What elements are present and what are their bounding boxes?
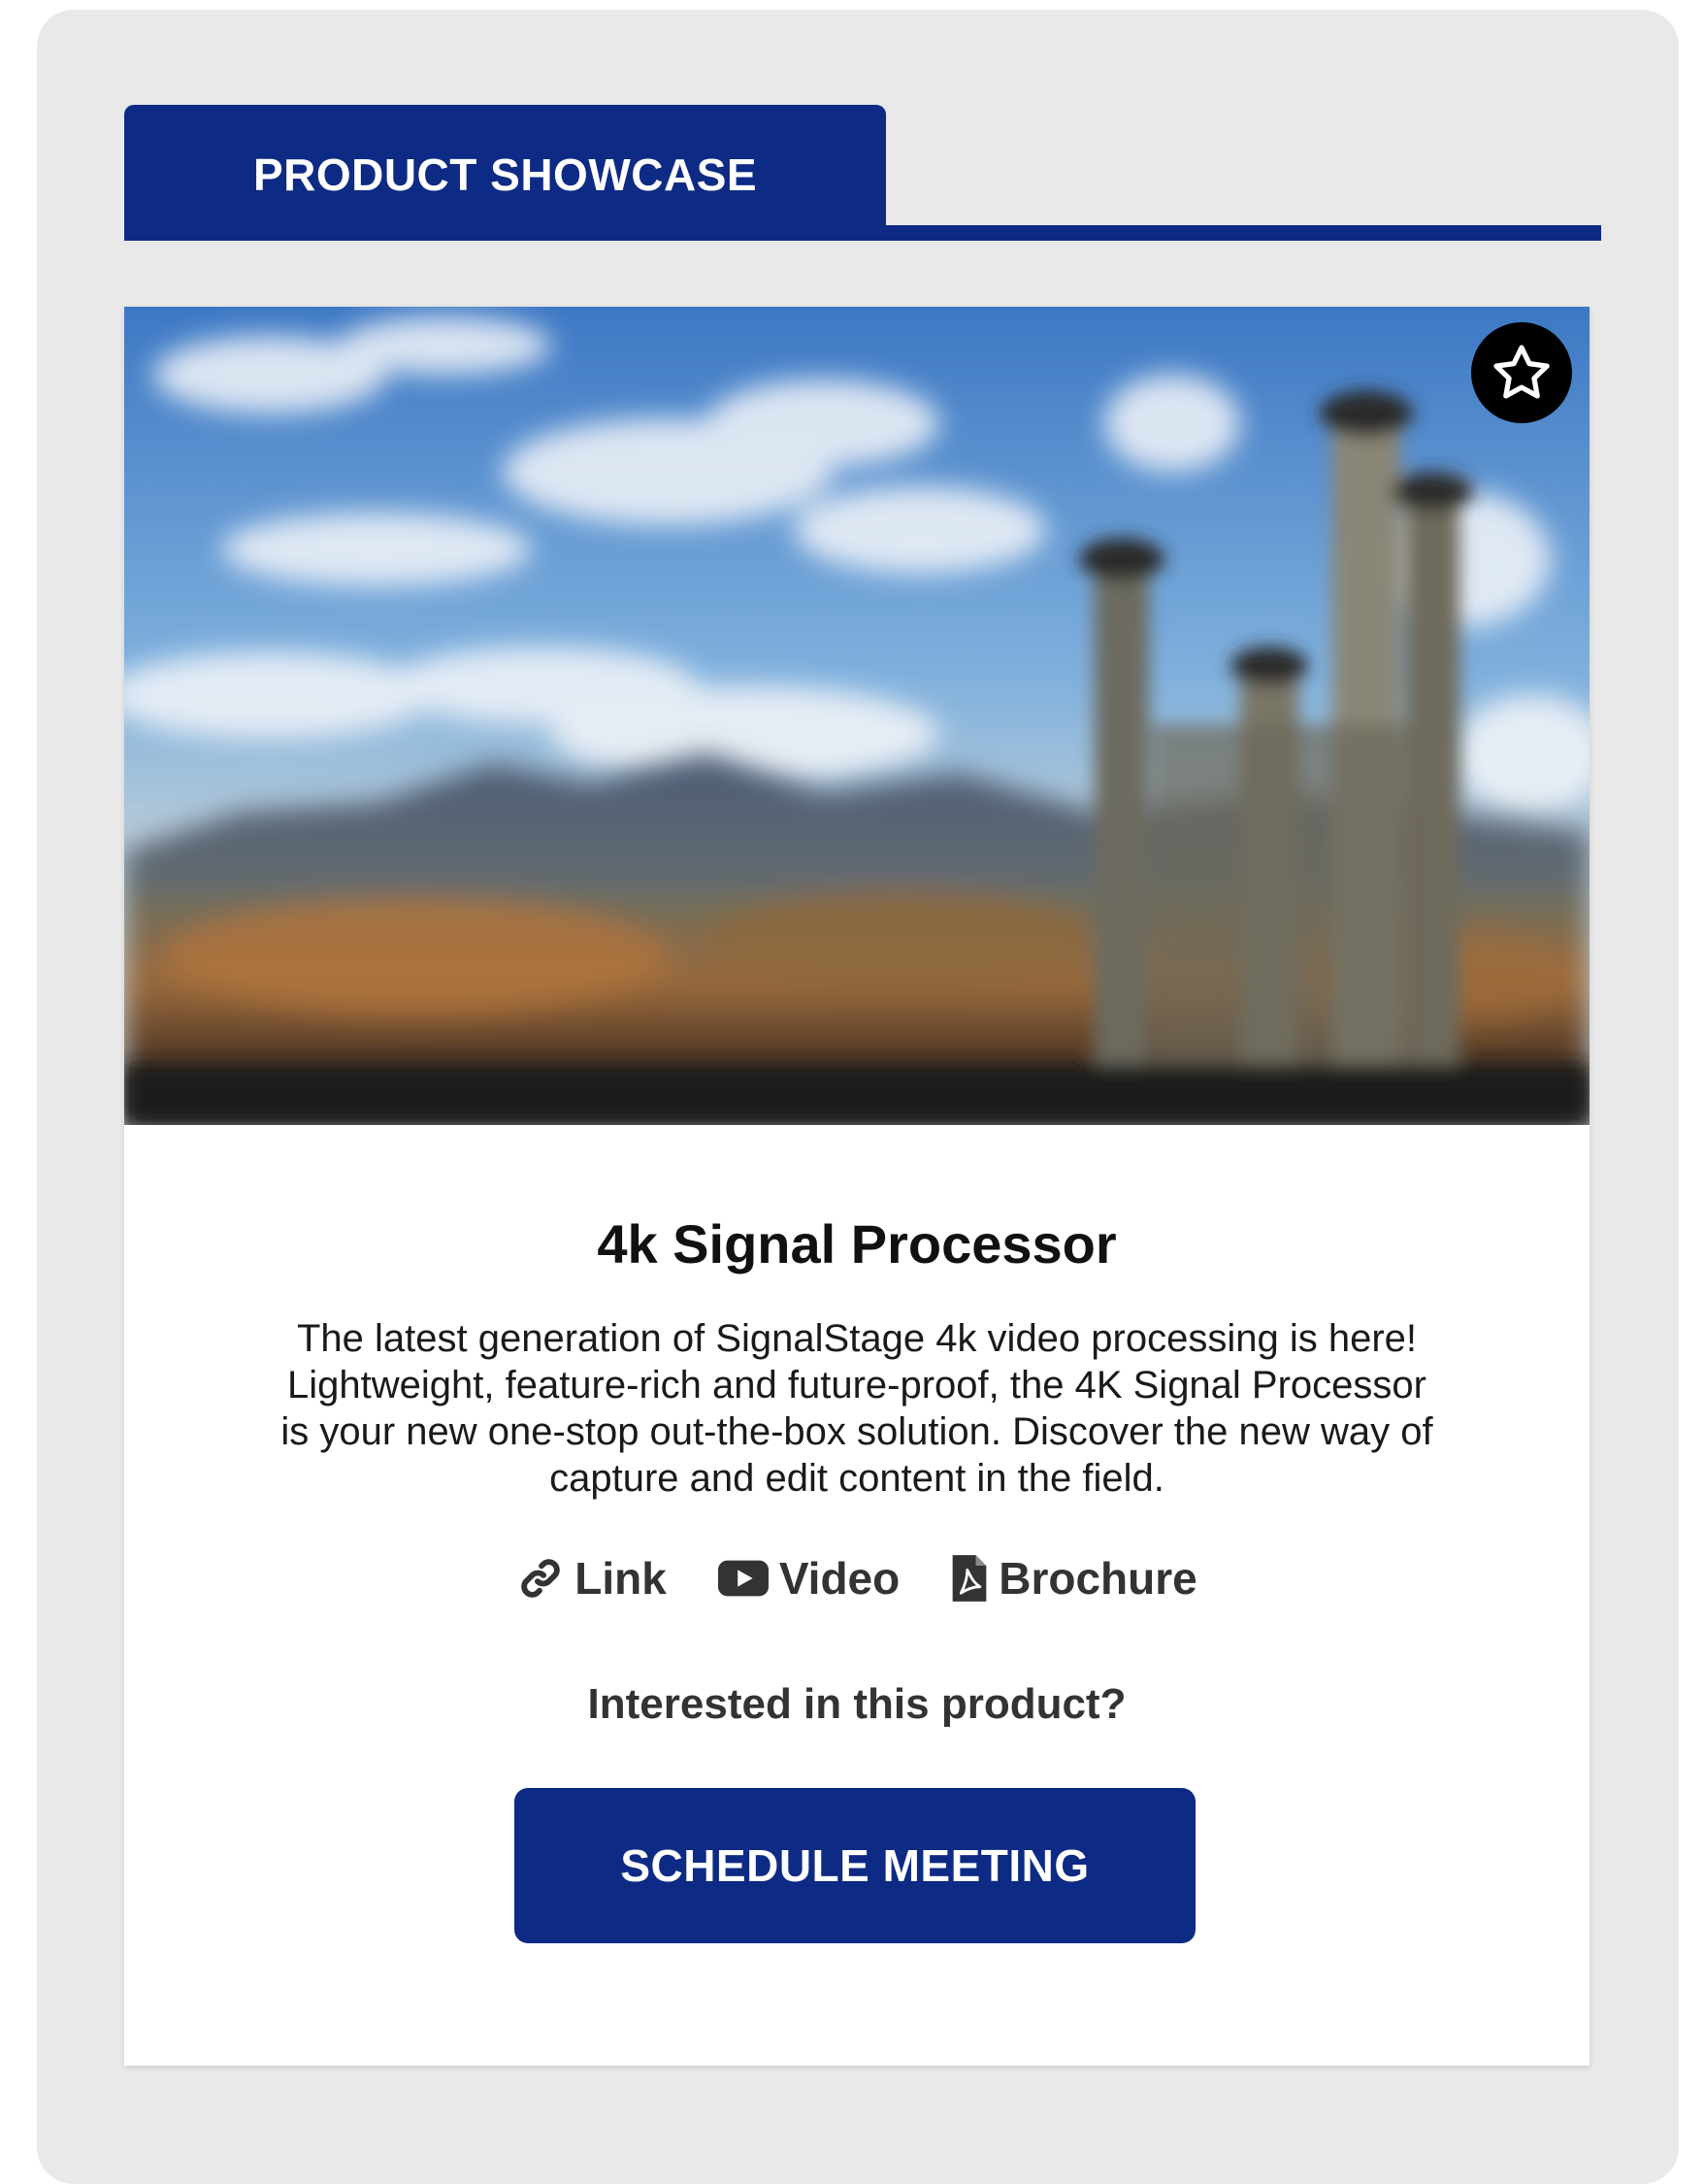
section-tab-label: PRODUCT SHOWCASE [252,149,758,200]
section-header: PRODUCT SHOWCASE [124,105,1601,241]
product-image [124,307,1590,1125]
video-label: Video [778,1553,901,1604]
brochure-resource[interactable]: Brochure [950,1552,1197,1605]
video-resource[interactable]: Video [717,1552,900,1605]
product-description: The latest generation of SignalStage 4k … [280,1317,1433,1500]
schedule-meeting-button[interactable]: SCHEDULE MEETING [514,1788,1196,1943]
brochure-label: Brochure [999,1553,1197,1604]
youtube-play-icon [717,1560,769,1597]
favorite-button[interactable] [1471,322,1572,423]
link-resource[interactable]: Link [516,1552,667,1605]
interest-prompt: Interested in this product? [587,1680,1127,1728]
product-details: 4k Signal Processor The latest generatio… [124,1125,1590,2066]
section-tab: PRODUCT SHOWCASE [124,105,886,241]
showcase-panel: PRODUCT SHOWCASE 4k Signal Processor The… [37,10,1679,2184]
link-label: Link [574,1553,667,1604]
resource-links: Link Video Brochure [124,1552,1590,1605]
link-icon [521,1559,561,1598]
pdf-file-icon [952,1555,987,1602]
product-card: 4k Signal Processor The latest generatio… [124,307,1590,2066]
product-title: 4k Signal Processor [597,1213,1117,1274]
star-icon [1493,345,1550,399]
section-divider [124,225,1601,241]
